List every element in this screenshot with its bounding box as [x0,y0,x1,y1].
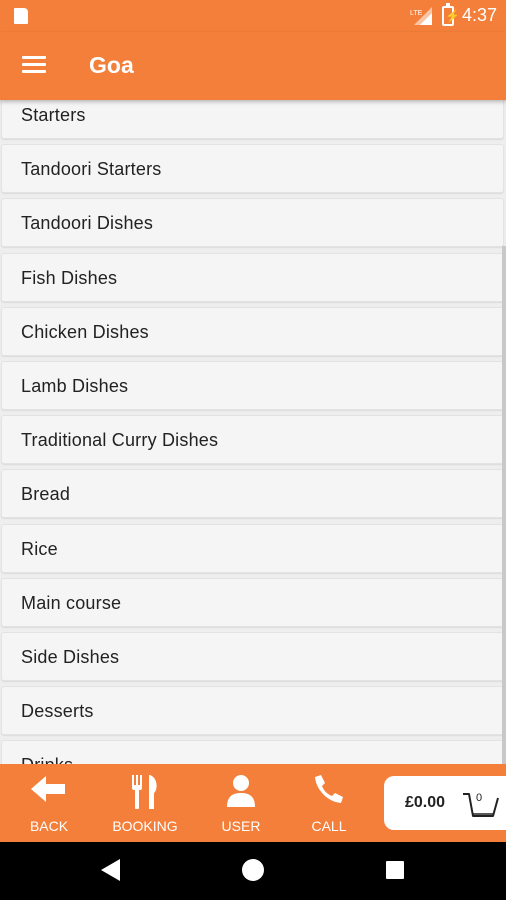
back-label: BACK [29,818,69,834]
svg-text:LTE: LTE [410,10,423,17]
call-button[interactable]: CALL [289,764,369,842]
hamburger-menu-icon[interactable] [22,54,48,76]
scrollbar[interactable] [502,246,506,764]
category-label: Bread [21,484,71,504]
category-item[interactable]: Drinks [1,740,504,764]
system-home-icon[interactable] [242,859,264,881]
back-button[interactable]: BACK [8,764,90,842]
system-recents-icon[interactable] [386,861,404,879]
category-label: Drinks [21,755,73,764]
category-label: Chicken Dishes [21,322,149,342]
booking-label: BOOKING [112,818,178,834]
user-button[interactable]: USER [201,764,281,842]
cart-button[interactable]: £0.00 0 [384,776,506,830]
category-item[interactable]: Tandoori Starters [1,144,504,193]
category-label: Lamb Dishes [21,376,129,396]
category-item[interactable]: Traditional Curry Dishes [1,415,504,464]
system-back-icon[interactable] [100,858,122,882]
user-label: USER [221,818,261,834]
category-label: Main course [21,593,122,613]
cart-total: £0.00 [405,794,446,811]
category-label: Rice [21,539,58,559]
bottom-navigation: BACK BOOKING USER CALL £0.00 0 [0,764,506,842]
category-item[interactable]: Chicken Dishes [1,307,504,356]
category-item[interactable]: Fish Dishes [1,253,504,302]
category-item[interactable]: Starters [1,100,504,139]
back-arrow-icon [31,776,65,802]
category-item[interactable]: Lamb Dishes [1,361,504,410]
fork-knife-icon [132,775,157,809]
status-bar: LTE ⚡ 4:37 [0,0,506,32]
system-navigation-bar [0,842,506,900]
category-label: Fish Dishes [21,268,118,288]
cart-count: 0 [476,792,483,804]
call-label: CALL [311,818,347,834]
app-bar: Goa [0,32,506,100]
category-list[interactable]: Starters Tandoori Starters Tandoori Dishes… [0,100,506,764]
category-item[interactable]: Main course [1,578,504,627]
user-icon [227,775,255,807]
clock: 4:37 [462,5,498,25]
sd-card-icon [14,8,28,24]
category-label: Tandoori Dishes [21,213,154,233]
category-item[interactable]: Bread [1,469,504,518]
battery-icon: ⚡ [442,3,460,26]
category-label: Starters [21,105,86,125]
category-item[interactable]: Side Dishes [1,632,504,681]
category-label: Tandoori Starters [21,159,162,179]
page-title: Goa [89,52,134,78]
category-label: Traditional Curry Dishes [21,430,219,450]
category-label: Desserts [21,701,94,721]
booking-button[interactable]: BOOKING [105,764,185,842]
category-label: Side Dishes [21,647,120,667]
category-item[interactable]: Tandoori Dishes [1,198,504,247]
category-item[interactable]: Rice [1,524,504,573]
signal-icon: LTE [410,7,432,25]
phone-icon [315,775,343,803]
category-item[interactable]: Desserts [1,686,504,735]
